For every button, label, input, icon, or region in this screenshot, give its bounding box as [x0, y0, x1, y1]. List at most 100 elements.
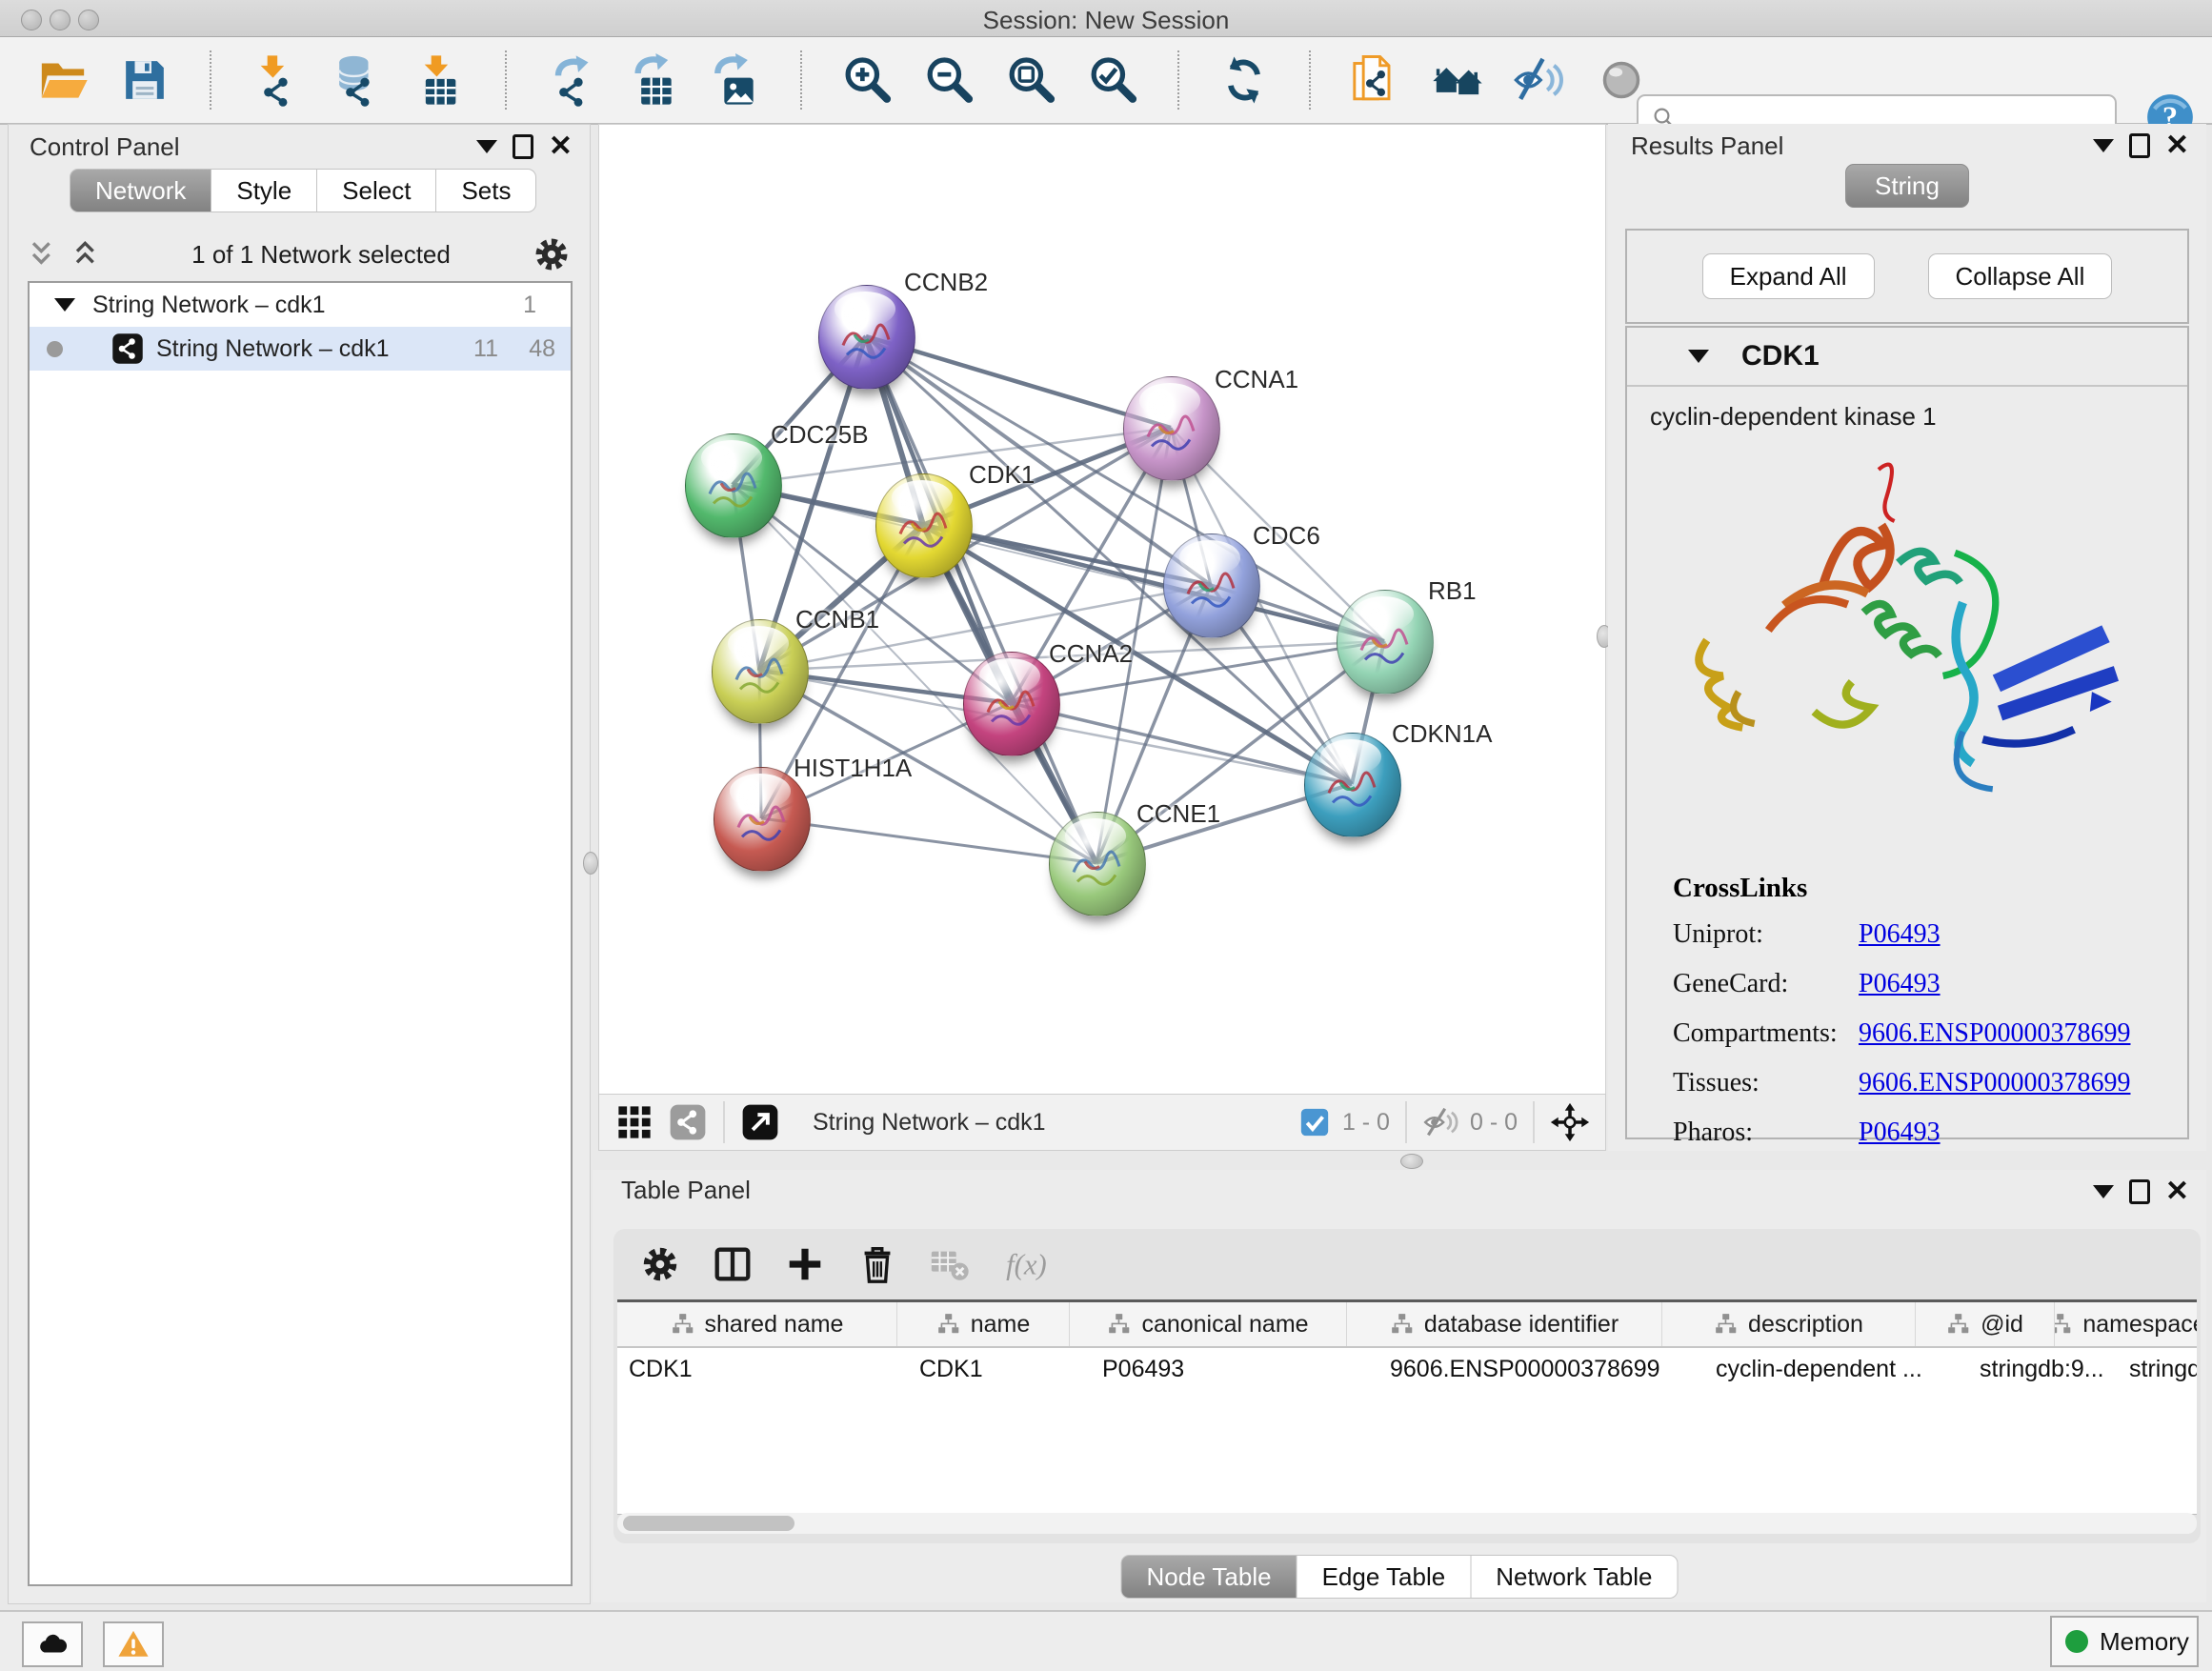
network-node-CDK1[interactable]: [875, 473, 973, 578]
network-node-CCNB2[interactable]: [818, 285, 915, 390]
column-header-name[interactable]: name: [897, 1302, 1070, 1346]
import-database-button[interactable]: [332, 53, 385, 107]
table-cell[interactable]: stringdb: [2118, 1348, 2197, 1390]
close-panel-icon[interactable]: ✕: [2165, 136, 2189, 155]
zoom-selected-button[interactable]: [1086, 53, 1139, 107]
export-image-button[interactable]: [709, 53, 762, 107]
refresh-button[interactable]: [1217, 53, 1271, 107]
column-header-namespace[interactable]: namespace: [2055, 1302, 2197, 1346]
left-splitter-handle[interactable]: [583, 852, 598, 875]
network-node-CDKN1A[interactable]: [1304, 733, 1401, 837]
close-panel-icon[interactable]: ✕: [2165, 1182, 2189, 1201]
import-table-button[interactable]: [413, 53, 467, 107]
expand-all-button[interactable]: Expand All: [1702, 253, 1875, 299]
results-panel-title: Results Panel: [1631, 131, 1783, 161]
control-panel-title: Control Panel: [30, 132, 180, 162]
disclosure-triangle-icon[interactable]: [1688, 350, 1709, 363]
crosslink-link[interactable]: 9606.ENSP00000378699: [1859, 1018, 2130, 1048]
tab-network[interactable]: Network: [70, 169, 211, 212]
node-count: 11: [473, 335, 498, 363]
collapse-panel-icon[interactable]: [2093, 139, 2114, 152]
zoom-in-button[interactable]: [840, 53, 894, 107]
bottom-splitter-handle[interactable]: [1400, 1154, 1423, 1169]
tab-edge-table[interactable]: Edge Table: [1297, 1555, 1472, 1599]
hidden-eye-icon[interactable]: [1422, 1104, 1458, 1140]
table-cell[interactable]: 9606.ENSP00000378699: [1378, 1348, 1704, 1390]
column-header--id[interactable]: @id: [1916, 1302, 2055, 1346]
open-session-button[interactable]: [36, 53, 90, 107]
network-node-CCNE1[interactable]: [1049, 812, 1146, 916]
column-header-shared-name[interactable]: shared name: [617, 1302, 897, 1346]
column-header-description[interactable]: description: [1662, 1302, 1916, 1346]
import-network-button[interactable]: [250, 53, 303, 107]
expand-all-networks-icon[interactable]: [68, 235, 106, 273]
export-table-button[interactable]: [627, 53, 680, 107]
network-overview-icon[interactable]: [668, 1102, 708, 1142]
network-canvas[interactable]: CCNB2CCNA1CDC25BCDK1CDC6RB1CCNB1CCNA2CDK…: [607, 125, 1591, 1092]
grid-view-icon[interactable]: [614, 1102, 654, 1142]
share-document-button[interactable]: [1349, 53, 1402, 107]
function-builder-icon[interactable]: f(x): [1000, 1242, 1063, 1286]
network-node-CCNB1[interactable]: [712, 619, 809, 724]
warnings-button[interactable]: [103, 1621, 164, 1667]
table-horizontal-scrollbar[interactable]: [617, 1513, 2197, 1534]
tab-network-table[interactable]: Network Table: [1471, 1555, 1678, 1599]
collapse-all-button[interactable]: Collapse All: [1928, 253, 2113, 299]
selected-nodes-checkbox[interactable]: [1298, 1106, 1331, 1138]
network-node-CCNA1[interactable]: [1123, 376, 1220, 481]
table-row[interactable]: CDK1CDK1P064939606.ENSP00000378699cyclin…: [617, 1348, 2197, 1390]
column-header-canonical-name[interactable]: canonical name: [1070, 1302, 1347, 1346]
hide-selected-button[interactable]: [1513, 53, 1566, 107]
table-cell[interactable]: CDK1: [617, 1348, 908, 1390]
network-collection-row[interactable]: String Network – cdk1 1: [30, 283, 571, 327]
gene-card-header[interactable]: CDK1: [1627, 328, 2187, 387]
add-column-icon[interactable]: [783, 1242, 827, 1286]
network-selected-count: 1 of 1 Network selected: [111, 240, 531, 270]
collapse-panel-icon[interactable]: [2093, 1185, 2114, 1198]
close-panel-icon[interactable]: ✕: [549, 137, 573, 156]
delete-column-icon[interactable]: [855, 1242, 899, 1286]
zoom-out-button[interactable]: [922, 53, 975, 107]
table-cell[interactable]: cyclin-dependent ...: [1704, 1348, 1968, 1390]
cloud-button[interactable]: [22, 1621, 83, 1667]
tab-select[interactable]: Select: [317, 169, 436, 212]
open-view-icon[interactable]: [740, 1102, 780, 1142]
crosslink-link[interactable]: P06493: [1859, 969, 1941, 998]
network-view[interactable]: CCNB2CCNA1CDC25BCDK1CDC6RB1CCNB1CCNA2CDK…: [598, 124, 1606, 1096]
network-node-CCNA2[interactable]: [963, 652, 1060, 756]
application-window: Session: New Session ? Control Panel ✕ N…: [0, 0, 2212, 1671]
crosslink-link[interactable]: P06493: [1859, 1117, 1941, 1147]
string-homes-button[interactable]: [1431, 53, 1484, 107]
table-gear-icon[interactable]: [638, 1242, 682, 1286]
tab-style[interactable]: Style: [211, 169, 317, 212]
float-panel-icon[interactable]: [2129, 1179, 2150, 1204]
tab-sets[interactable]: Sets: [436, 169, 536, 212]
split-columns-icon[interactable]: [711, 1242, 754, 1286]
collapse-all-networks-icon[interactable]: [24, 235, 62, 273]
fit-selected-crosshair-icon[interactable]: [1550, 1102, 1590, 1142]
collapse-panel-icon[interactable]: [476, 140, 497, 153]
scrollbar-thumb[interactable]: [623, 1516, 794, 1531]
network-node-CDC6[interactable]: [1163, 534, 1260, 638]
network-options-gear-icon[interactable]: [531, 233, 573, 275]
table-cell[interactable]: stringdb:9...: [1968, 1348, 2118, 1390]
tab-node-table[interactable]: Node Table: [1121, 1555, 1297, 1599]
zoom-fit-button[interactable]: [1004, 53, 1057, 107]
network-row[interactable]: String Network – cdk1 11 48: [30, 327, 571, 371]
network-node-RB1[interactable]: [1337, 590, 1434, 695]
column-header-database-identifier[interactable]: database identifier: [1347, 1302, 1662, 1346]
crosslink-link[interactable]: P06493: [1859, 919, 1941, 949]
delete-table-icon[interactable]: [928, 1242, 972, 1286]
crosslink-link[interactable]: 9606.ENSP00000378699: [1859, 1068, 2130, 1097]
float-panel-icon[interactable]: [513, 134, 533, 159]
float-panel-icon[interactable]: [2129, 133, 2150, 158]
export-network-button[interactable]: [545, 53, 598, 107]
tab-string[interactable]: String: [1845, 164, 1969, 208]
save-session-button[interactable]: [118, 53, 171, 107]
table-cell[interactable]: P06493: [1091, 1348, 1378, 1390]
memory-button[interactable]: Memory: [2050, 1616, 2199, 1667]
disclosure-triangle-icon[interactable]: [54, 298, 75, 312]
network-node-CDC25B[interactable]: [685, 433, 782, 538]
table-cell[interactable]: CDK1: [908, 1348, 1091, 1390]
node-table[interactable]: shared namenamecanonical namedatabase id…: [617, 1299, 2197, 1515]
